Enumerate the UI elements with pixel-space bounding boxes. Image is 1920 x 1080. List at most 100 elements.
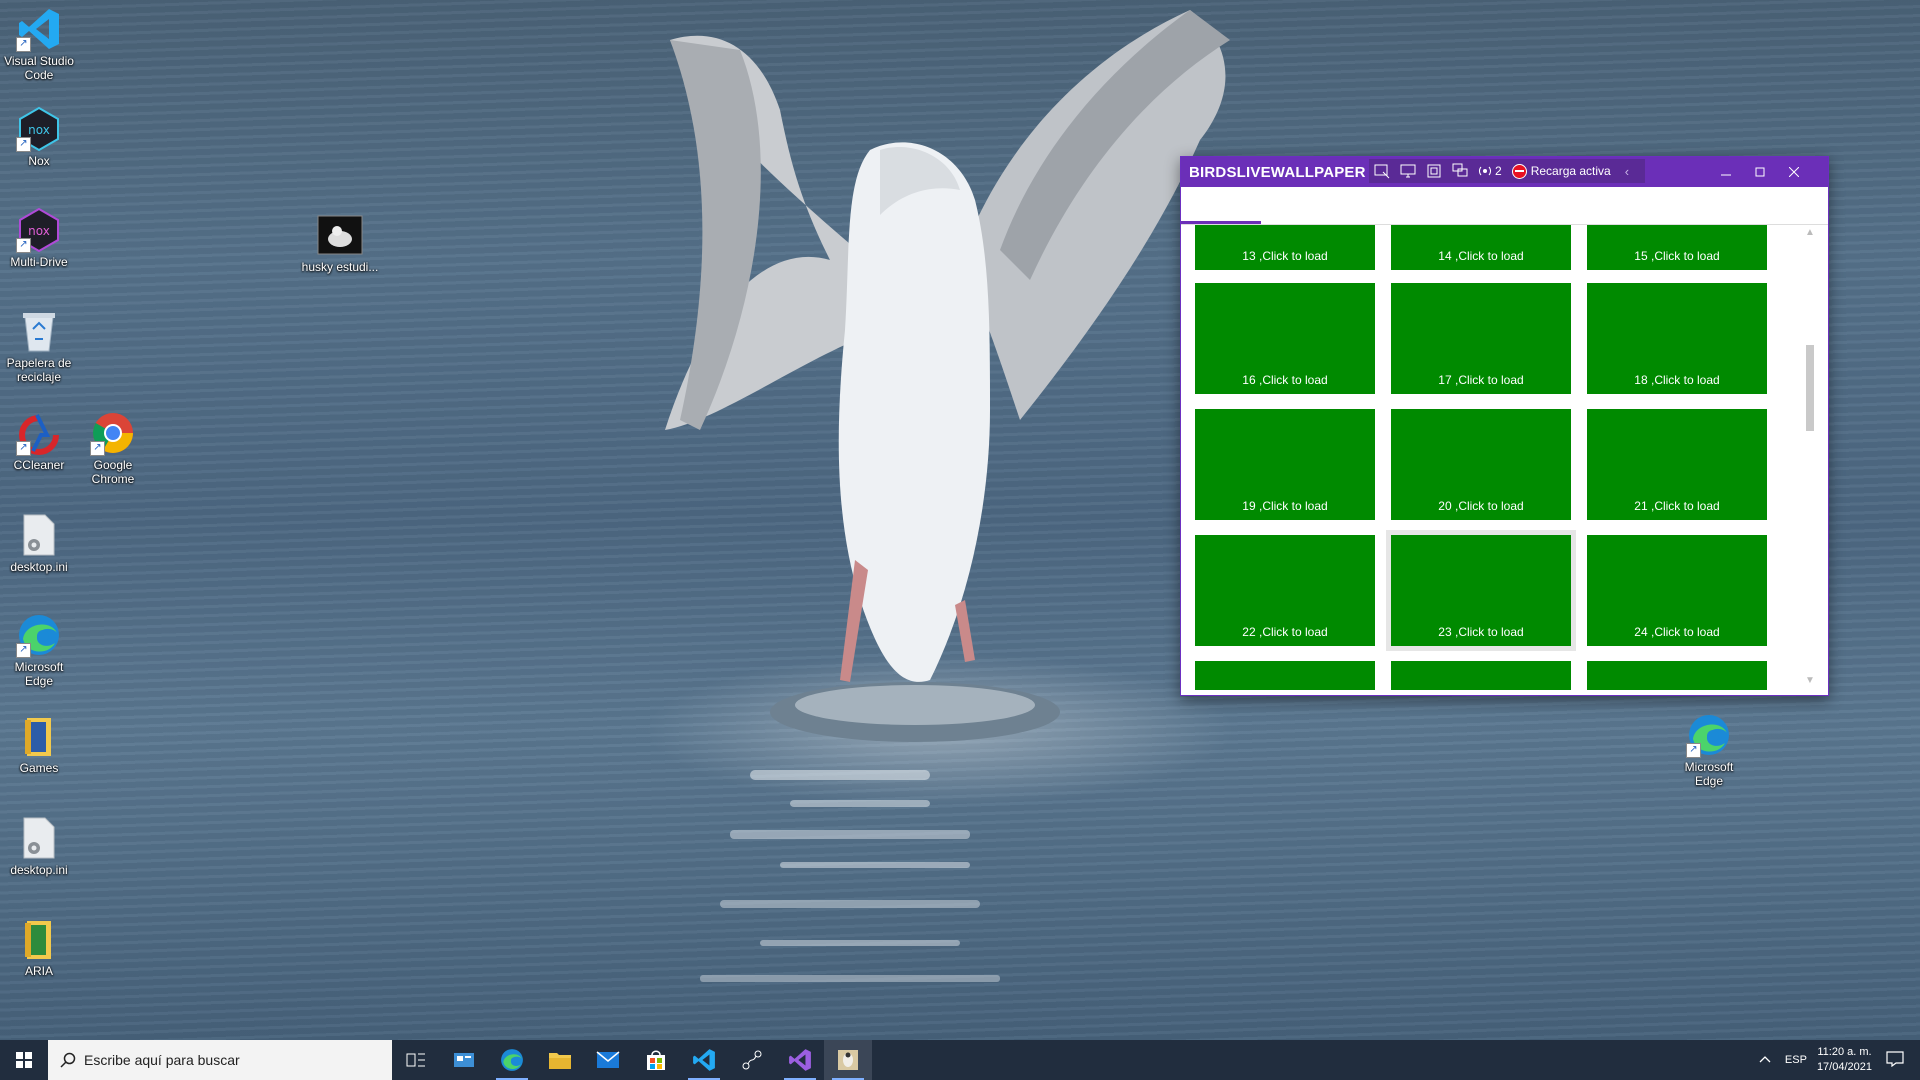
edge-icon: ↗	[16, 612, 62, 658]
minimize-button[interactable]	[1709, 157, 1743, 187]
fullscreen-icon[interactable]	[1421, 160, 1447, 182]
edge-icon	[501, 1049, 523, 1071]
wallpaper-tile-hovered[interactable]: 23 ,Click to load	[1386, 530, 1576, 651]
tab-active-indicator[interactable]	[1181, 221, 1261, 224]
recarga-label: Recarga activa	[1530, 164, 1611, 178]
image-file-icon	[317, 212, 363, 258]
search-icon	[60, 1052, 76, 1068]
taskbar-mail[interactable]	[584, 1040, 632, 1080]
wallpaper-tile[interactable]: 14 ,Click to load	[1391, 225, 1571, 270]
wallpaper-tile[interactable]: 16 ,Click to load	[1195, 283, 1375, 394]
taskbar-control-panel[interactable]	[440, 1040, 488, 1080]
desktop-icon-vscode[interactable]: ↗ Visual Studio Code	[0, 6, 78, 82]
desktop-icon-chrome[interactable]: ↗ Google Chrome	[74, 410, 152, 486]
tray-overflow-icon[interactable]	[1759, 1054, 1771, 1066]
recarga-toggle[interactable]: Recarga activa	[1511, 163, 1611, 179]
recycle-bin-icon	[16, 308, 62, 354]
close-button[interactable]	[1777, 157, 1811, 187]
taskbar-edge[interactable]	[488, 1040, 536, 1080]
window-titlebar[interactable]: BIRDSLIVEWALLPAPER 2 Recarga activa ‹	[1181, 157, 1828, 187]
collapse-toolbar-icon[interactable]: ‹	[1625, 164, 1629, 179]
nox-icon: nox ↗	[16, 106, 62, 152]
desktop-icon-desktop-ini-2[interactable]: desktop.ini	[0, 815, 78, 877]
desktop-icon-multidrive[interactable]: nox ↗ Multi-Drive	[0, 207, 78, 269]
store-icon	[647, 1050, 665, 1070]
wallpaper-tile[interactable]: 13 ,Click to load	[1195, 225, 1375, 270]
wallpaper-tile[interactable]: 21 ,Click to load	[1587, 409, 1767, 520]
taskbar-birds-wallpaper[interactable]	[824, 1040, 872, 1080]
task-view-icon	[406, 1053, 425, 1067]
folder-icon	[16, 713, 62, 759]
desktop-icon-games[interactable]: Games	[0, 713, 78, 775]
taskbar-vscode[interactable]	[680, 1040, 728, 1080]
desktop-icon-edge-right[interactable]: ↗ Microsoft Edge	[1670, 712, 1748, 788]
window-title: BIRDSLIVEWALLPAPER	[1189, 164, 1366, 181]
svg-text:nox: nox	[28, 123, 50, 137]
birds-wallpaper-window: BIRDSLIVEWALLPAPER 2 Recarga activa ‹ 13…	[1180, 156, 1829, 696]
wallpaper-tile[interactable]: 20 ,Click to load	[1391, 409, 1571, 520]
desktop-icon-ccleaner[interactable]: ↗ CCleaner	[0, 410, 78, 472]
taskbar-file-explorer[interactable]	[536, 1040, 584, 1080]
wallpaper-tile[interactable]: 18 ,Click to load	[1587, 283, 1767, 394]
wallpaper-tile[interactable]	[1195, 661, 1375, 690]
taskbar-store[interactable]	[632, 1040, 680, 1080]
clock-time: 11:20 a. m.	[1817, 1046, 1872, 1058]
title-toolbar: 2 Recarga activa ‹	[1369, 159, 1645, 183]
task-view-button[interactable]	[392, 1040, 440, 1080]
tab-strip	[1181, 187, 1828, 225]
vscode-icon: ↗	[16, 6, 62, 52]
vscode-icon	[693, 1049, 715, 1071]
clock-date: 17/04/2021	[1816, 1061, 1872, 1073]
grid-scrollbar[interactable]: ▲ ▼	[1801, 225, 1819, 690]
desktop-icon-aria[interactable]: ARIA	[0, 916, 78, 978]
wallpaper-tile[interactable]	[1391, 661, 1571, 690]
visual-studio-icon	[789, 1049, 811, 1071]
network-icon	[742, 1050, 762, 1070]
stop-icon	[1511, 163, 1527, 179]
wallpaper-tile[interactable]: 15 ,Click to load	[1587, 225, 1767, 270]
control-panel-icon	[454, 1053, 474, 1067]
mail-icon	[596, 1051, 620, 1068]
notifications-icon[interactable]	[1886, 1050, 1904, 1070]
search-placeholder: Escribe aquí para buscar	[84, 1052, 240, 1068]
set-wallpaper-icon[interactable]	[1369, 160, 1395, 182]
desktop-icon-nox[interactable]: nox ↗ Nox	[0, 106, 78, 168]
wallpaper-tile[interactable]	[1587, 661, 1767, 690]
wallpaper-tile[interactable]: 17 ,Click to load	[1391, 283, 1571, 394]
counter: 2	[1475, 160, 1502, 182]
edge-icon: ↗	[1686, 712, 1732, 758]
maximize-button[interactable]	[1743, 157, 1777, 187]
multi-monitor-icon[interactable]	[1447, 160, 1473, 182]
svg-text:nox: nox	[28, 224, 50, 238]
file-explorer-icon	[549, 1053, 571, 1069]
chrome-icon: ↗	[90, 410, 136, 456]
wallpaper-tile[interactable]: 19 ,Click to load	[1195, 409, 1375, 520]
nox-multidrive-icon: nox ↗	[16, 207, 62, 253]
desktop: ↗ Visual Studio Code nox ↗ Nox nox ↗ Mul…	[0, 0, 1920, 1040]
ccleaner-icon: ↗	[16, 410, 62, 456]
clock[interactable]: 11:20 a. m. 17/04/2021	[1817, 1045, 1872, 1075]
wallpaper-tile[interactable]: 24 ,Click to load	[1587, 535, 1767, 646]
taskbar: Escribe aquí para buscar ESP 11:20 a. m.…	[0, 1040, 1920, 1080]
counter-value: 2	[1495, 164, 1502, 178]
taskbar-visual-studio[interactable]	[776, 1040, 824, 1080]
scroll-down-icon[interactable]: ▼	[1805, 675, 1815, 686]
desktop-icon-husky[interactable]: husky estudi...	[301, 212, 379, 274]
taskbar-network-tool[interactable]	[728, 1040, 776, 1080]
taskbar-search[interactable]: Escribe aquí para buscar	[48, 1040, 392, 1080]
monitor-icon[interactable]	[1395, 160, 1421, 182]
language-indicator[interactable]: ESP	[1785, 1054, 1807, 1066]
desktop-icon-desktop-ini-1[interactable]: desktop.ini	[0, 512, 78, 574]
desktop-icon-edge-left[interactable]: ↗ Microsoft Edge	[0, 612, 78, 688]
desktop-icon-recycle-bin[interactable]: Papelera de reciclaje	[0, 308, 78, 384]
scroll-thumb[interactable]	[1806, 345, 1814, 431]
system-tray: ESP 11:20 a. m. 17/04/2021	[1759, 1040, 1920, 1080]
start-button[interactable]	[0, 1040, 48, 1080]
scroll-up-icon[interactable]: ▲	[1805, 227, 1815, 238]
broadcast-icon	[1475, 160, 1495, 182]
wallpaper-grid: 13 ,Click to load 14 ,Click to load 15 ,…	[1181, 225, 1796, 690]
windows-logo-icon	[16, 1052, 32, 1068]
settings-file-icon	[16, 815, 62, 861]
folder-icon	[16, 916, 62, 962]
wallpaper-tile[interactable]: 22 ,Click to load	[1195, 535, 1375, 646]
